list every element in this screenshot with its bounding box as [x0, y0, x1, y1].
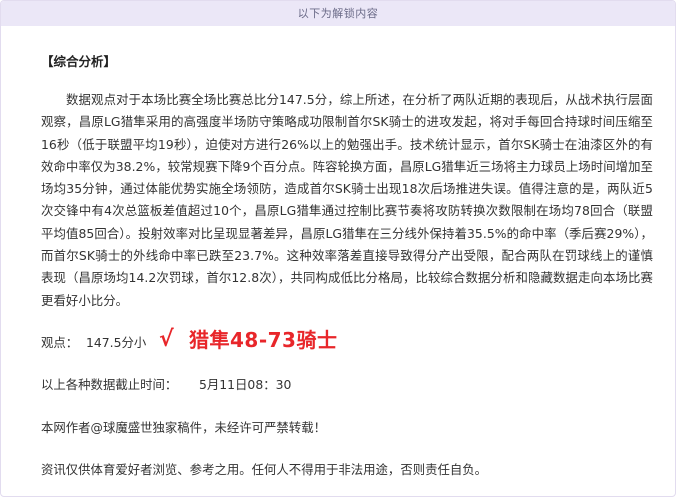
- copyright-notice: 本网作者@球魔盛世独家稿件，未经许可严禁转载！: [41, 420, 326, 435]
- disclaimer-notice: 资讯仅供体育爱好者浏览、参考之用。任何人不得用于非法用途，否则责任自负。: [41, 462, 488, 477]
- check-mark-icon: √: [159, 327, 174, 352]
- data-cutoff-time: 5月11日08：30: [199, 377, 292, 392]
- data-cutoff-label: 以上各种数据截止时间：: [41, 377, 178, 392]
- prediction-label: 观点：: [41, 335, 79, 350]
- analysis-paragraph: 数据观点对于本场比赛全场比赛总比分147.5分，综上所述，在分析了两队近期的表现…: [41, 92, 653, 308]
- match-result: 猎隼48-73骑士: [189, 328, 338, 352]
- prediction-value: 147.5分小: [86, 335, 147, 350]
- section-title: 【综合分析】: [41, 54, 117, 69]
- prediction-row: 观点： 147.5分小 √ 猎隼48-73骑士: [41, 323, 653, 361]
- unlock-banner: 以下为解锁内容: [1, 1, 675, 26]
- article-frame: 以下为解锁内容 【综合分析】 数据观点对于本场比赛全场比赛总比分147.5分，综…: [0, 0, 676, 497]
